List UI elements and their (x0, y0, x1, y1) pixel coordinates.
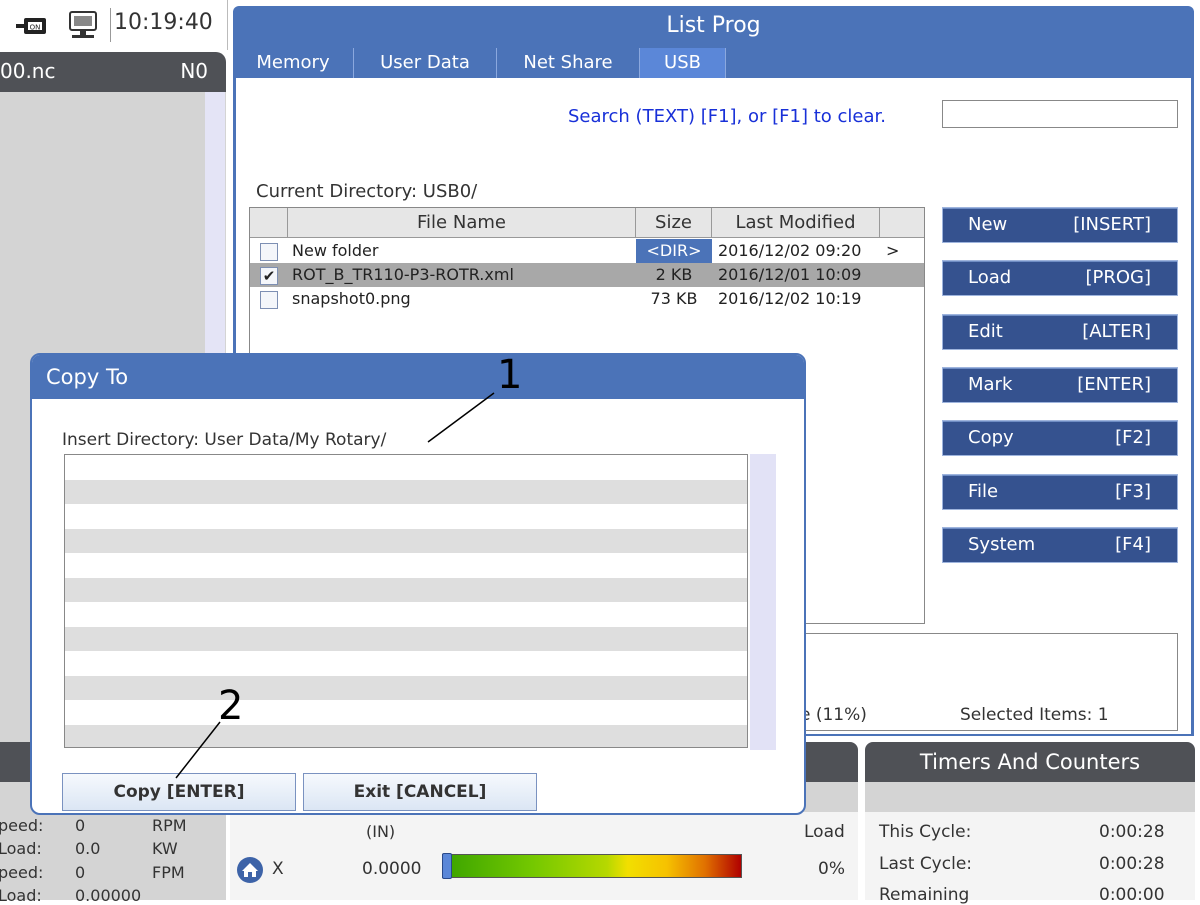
callout-number-2: 2 (218, 683, 244, 729)
callout-lines (175, 392, 495, 779)
callout-number-1: 1 (497, 352, 523, 398)
